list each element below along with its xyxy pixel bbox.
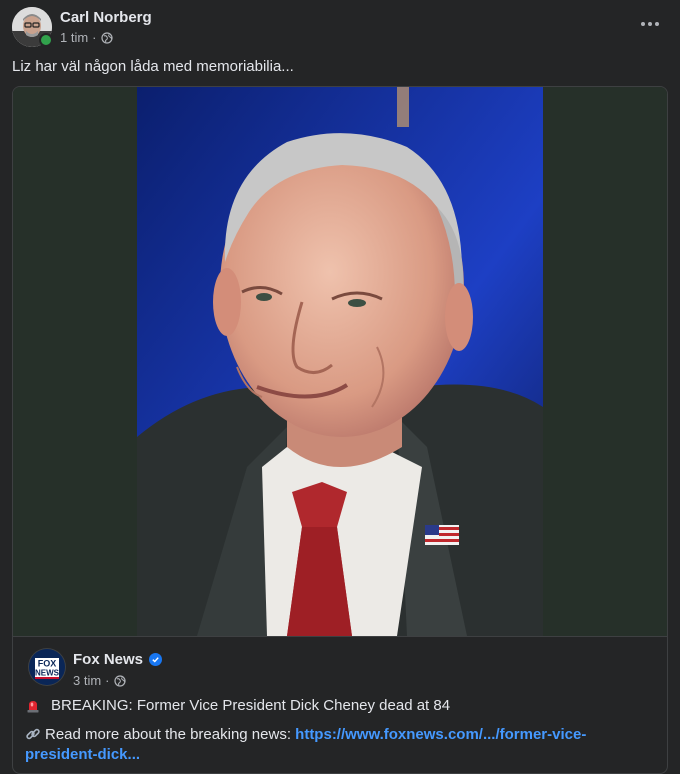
- post-meta: 1 tim ·: [60, 30, 113, 45]
- fox-news-logo[interactable]: FOX NEWS: [29, 649, 65, 685]
- verified-badge-icon: [149, 653, 163, 666]
- shared-headline: BREAKING: Former Vice President Dick Che…: [51, 697, 451, 714]
- shared-readmore-line: Read more about the breaking news: https…: [25, 725, 645, 765]
- shared-post-card[interactable]: FOX NEWS Fox News 3 tim · BREAKING: Form…: [12, 86, 668, 774]
- siren-icon: [25, 698, 41, 714]
- author-name[interactable]: Carl Norberg: [60, 9, 152, 26]
- more-options-icon[interactable]: [636, 14, 664, 34]
- globe-icon[interactable]: [113, 674, 126, 687]
- card-divider: [13, 636, 667, 637]
- logo-text-bottom: NEWS: [35, 669, 60, 678]
- shared-headline-line: BREAKING: Former Vice President Dick Che…: [25, 697, 450, 714]
- author-avatar[interactable]: [12, 7, 53, 47]
- online-status-indicator: [39, 33, 53, 47]
- shared-photo[interactable]: [137, 87, 543, 636]
- source-name[interactable]: Fox News: [73, 651, 163, 668]
- link-icon: [25, 726, 41, 742]
- post-time[interactable]: 1 tim: [60, 30, 88, 45]
- shared-time[interactable]: 3 tim: [73, 673, 101, 688]
- readmore-text: Read more about the breaking news:: [45, 726, 296, 743]
- shared-photo-area[interactable]: [13, 87, 667, 636]
- feed-post: Carl Norberg 1 tim · Liz har väl någon l…: [0, 0, 680, 774]
- post-caption: Liz har väl någon låda med memoriabilia.…: [12, 58, 294, 75]
- meta-separator: ·: [92, 30, 97, 45]
- source-name-label[interactable]: Fox News: [73, 651, 143, 668]
- globe-icon[interactable]: [100, 31, 113, 44]
- shared-meta-separator: ·: [105, 673, 110, 688]
- logo-text-top: FOX: [38, 659, 57, 669]
- shared-meta: 3 tim ·: [73, 673, 126, 688]
